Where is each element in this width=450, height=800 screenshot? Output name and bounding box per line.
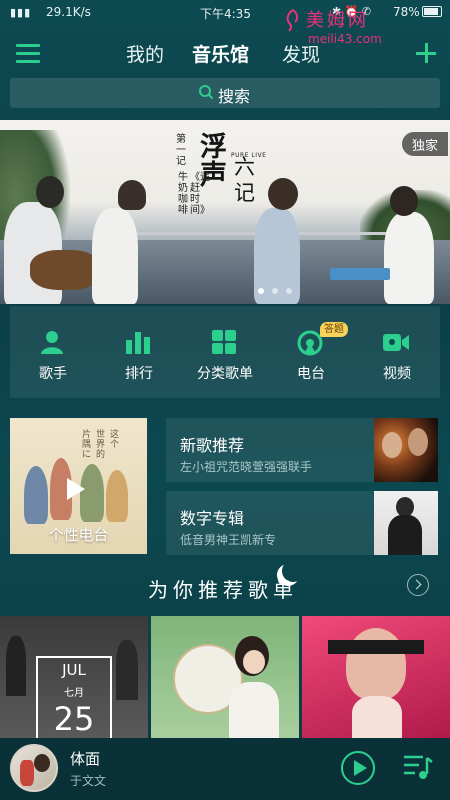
search-label: 搜索: [218, 87, 251, 106]
category-playlists[interactable]: 分类歌单: [182, 306, 268, 398]
more-arrow-icon[interactable]: [407, 574, 429, 596]
banner-carousel[interactable]: 浮声 六记 第一记 牛奶咖啡 《追赶时间》 PURE LIVE: [0, 120, 450, 304]
personal-radio-card[interactable]: 这 个 世 界 的 片 隅 に 个性电台: [10, 418, 147, 554]
menu-icon[interactable]: [16, 42, 42, 64]
banner-song: 《追赶时间》: [190, 172, 210, 216]
tab-mine[interactable]: 我的: [126, 40, 164, 67]
performer-head: [118, 180, 146, 210]
category-label: 排行: [125, 366, 153, 382]
recommend-title: 为你推荐歌单: [148, 578, 298, 602]
playlist-card[interactable]: JUL 七月 25: [0, 616, 148, 738]
song-title: 体面: [70, 750, 101, 768]
playlist-card[interactable]: [151, 616, 299, 738]
artist-name: 于文文: [70, 774, 107, 788]
category-panel: 歌手 排行 分类歌单 答题 电台 视频: [10, 306, 440, 398]
category-radio[interactable]: 答题 电台: [268, 306, 354, 398]
banner-title-side: 六记: [234, 155, 255, 205]
grid-icon: [212, 330, 236, 354]
category-label: 歌手: [39, 366, 67, 382]
cover-text: 这: [110, 430, 120, 440]
date-day: 25: [53, 700, 95, 738]
play-icon[interactable]: [67, 478, 85, 500]
moon-icon: [282, 560, 304, 582]
network-speed: 29.1K/s: [46, 5, 91, 19]
banner-tag: PURE LIVE: [231, 152, 267, 159]
search-icon: [199, 85, 214, 100]
category-video[interactable]: 视频: [354, 306, 440, 398]
new-songs-card[interactable]: 新歌推荐 左小祖咒范晓萱强强联手: [166, 418, 438, 482]
category-label: 电台: [297, 366, 325, 382]
cover-figure: [116, 640, 138, 700]
chart-icon: [126, 332, 150, 354]
performer-head: [268, 178, 298, 210]
cover-face: [346, 628, 406, 700]
cover-face: [243, 650, 265, 674]
carousel-dot[interactable]: [258, 288, 264, 294]
performer-head: [390, 186, 418, 216]
playlist-card[interactable]: [302, 616, 450, 738]
performer-head: [36, 176, 64, 208]
album-art[interactable]: [10, 744, 58, 792]
performer-keyboard: [92, 208, 138, 304]
digital-album-cover: [374, 491, 438, 555]
exclusive-badge: 独家: [402, 132, 448, 156]
cover-text: 界: [96, 440, 106, 450]
banner-subtitle: 牛奶咖啡: [178, 172, 188, 216]
add-icon[interactable]: [415, 42, 437, 64]
playlist-queue-icon[interactable]: [403, 754, 433, 780]
tab-music-hall[interactable]: 音乐馆: [192, 40, 249, 67]
cover-figure: [106, 470, 128, 522]
cover-figure: [352, 696, 402, 738]
date-badge: JUL 七月 25: [36, 656, 112, 738]
date-month-cn: 七月: [64, 688, 84, 699]
cover-text: 片: [82, 430, 92, 440]
cover-figure: [229, 682, 279, 738]
play-icon[interactable]: [341, 751, 375, 785]
radio-label: 个性电台: [48, 526, 109, 544]
cover-figure: [6, 636, 26, 696]
card-title: 数字专辑: [180, 509, 245, 528]
banner-episode: 第一记: [176, 134, 186, 167]
now-playing-bar[interactable]: 体面 于文文: [0, 738, 450, 800]
card-subtitle: 低音男神王凯新专: [180, 533, 277, 547]
performer-bass: [384, 212, 434, 304]
cover-text: 的: [96, 450, 106, 460]
singer-icon: [41, 331, 63, 354]
tab-discover[interactable]: 发现: [282, 40, 320, 67]
watermark-title: 美姆网: [306, 10, 369, 31]
carousel-dots: [258, 288, 298, 294]
cover-figure: [24, 466, 48, 524]
new-songs-cover: [374, 418, 438, 482]
cover-text: 个: [110, 440, 120, 450]
card-subtitle: 左小祖咒范晓萱强强联手: [180, 460, 313, 474]
category-label: 视频: [383, 366, 411, 382]
category-chart[interactable]: 排行: [96, 306, 182, 398]
cover-text: 世: [96, 430, 106, 440]
guitar: [30, 250, 100, 290]
top-tabs: 我的 音乐馆 发现: [120, 40, 340, 68]
category-singer[interactable]: 歌手: [10, 306, 96, 398]
keyboard-instrument: [330, 268, 390, 280]
search-bar[interactable]: 搜索: [10, 78, 440, 108]
category-label: 分类歌单: [197, 366, 253, 382]
signal-icon: ▮▮▮: [10, 6, 32, 19]
watermark-logo-icon: [286, 9, 299, 32]
video-icon: [383, 334, 409, 351]
carousel-dot[interactable]: [286, 288, 292, 294]
cover-stripe: [328, 640, 424, 654]
card-title: 新歌推荐: [180, 436, 245, 455]
clock: 下午4:35: [200, 7, 251, 21]
cover-text: に: [82, 450, 92, 460]
carousel-dot[interactable]: [272, 288, 278, 294]
quiz-badge: 答题: [320, 322, 348, 337]
cover-text: 隅: [82, 440, 92, 450]
digital-album-card[interactable]: 数字专辑 低音男神王凯新专: [166, 491, 438, 555]
date-month: JUL: [62, 661, 86, 679]
